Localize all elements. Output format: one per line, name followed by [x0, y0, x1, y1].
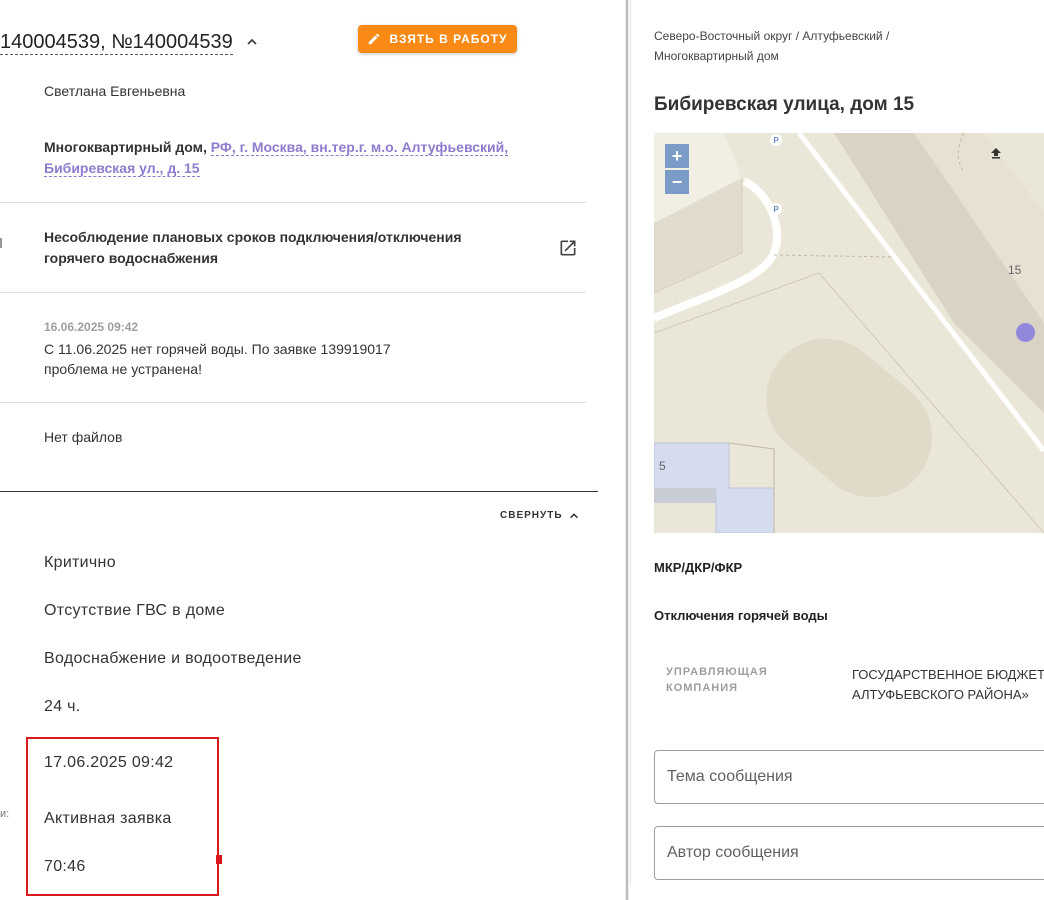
zoom-in-button[interactable]: + [665, 144, 689, 168]
breadcrumb: Северо-Восточный округ / Алтуфьевский / … [654, 26, 934, 66]
collapse-label: СВЕРНУТЬ [500, 510, 563, 521]
program-label: МКР/ДКР/ФКР [654, 560, 743, 575]
chevron-up-icon [569, 512, 578, 518]
author-input[interactable] [655, 827, 1044, 879]
address-title: Бибиревская улица, дом 15 [654, 94, 915, 115]
pencil-icon [369, 33, 380, 45]
house-number-label: 5 [659, 459, 666, 473]
message-text: С 11.06.2025 нет горячей воды. По заявке… [44, 339, 391, 379]
zoom-out-button[interactable]: − [665, 170, 689, 194]
uk-label-line-2: КОМПАНИЯ [666, 682, 739, 694]
divider [0, 202, 586, 203]
author-name: Светлана Евгеньевна [44, 83, 186, 99]
breadcrumb-line-1[interactable]: Северо-Восточный округ / Алтуфьевский / [654, 26, 934, 46]
object-info: Многоквартирный дом, РФ, г. Москва, вн.т… [44, 137, 574, 179]
cut-off-icon [0, 238, 2, 248]
collapse-button[interactable]: СВЕРНУТЬ [500, 510, 579, 521]
uk-value-line-1: ГОСУДАРСТВЕННОЕ БЮДЖЕТ [852, 667, 1044, 682]
map-canvas [654, 133, 1044, 533]
message-line-2: проблема не устранена! [44, 361, 202, 377]
outage-label: Отключения горячей воды [654, 608, 828, 623]
message-line-1: С 11.06.2025 нет горячей воды. По заявке… [44, 341, 391, 357]
author-field[interactable] [654, 826, 1044, 880]
category-value: Отсутствие ГВС в доме [44, 602, 226, 619]
section-divider [0, 491, 598, 492]
parking-icon: P [770, 134, 782, 146]
divider [0, 292, 586, 293]
subject-input[interactable] [655, 751, 1044, 803]
service-value: Водоснабжение и водоотведение [44, 650, 302, 667]
splitter-line [626, 0, 628, 900]
uk-value-line-2: АЛТУФЬЕВСКОГО РАЙОНА» [852, 687, 1029, 702]
take-to-work-button[interactable]: ВЗЯТЬ В РАБОТУ [358, 25, 517, 53]
priority-value: Критично [44, 554, 116, 571]
object-type: Многоквартирный дом, [44, 139, 211, 155]
location-marker[interactable] [1016, 323, 1035, 342]
ticket-detail-panel: 140004539, №140004539 ВЗЯТЬ В РАБОТУ Све… [0, 0, 625, 900]
uk-label-line-1: УПРАВЛЯЮЩАЯ [666, 666, 768, 678]
right-panel-border [630, 0, 631, 886]
map[interactable]: + − P P 15 5 [654, 133, 1044, 533]
subject-field[interactable] [654, 750, 1044, 804]
problem-description: Несоблюдение плановых сроков подключения… [44, 229, 462, 266]
partial-label: и: [0, 808, 10, 820]
ticket-title[interactable]: 140004539, №140004539 [0, 30, 233, 55]
take-to-work-label: ВЗЯТЬ В РАБОТУ [389, 32, 508, 46]
divider [0, 402, 586, 403]
management-company-label: УПРАВЛЯЮЩАЯ КОМПАНИЯ [666, 664, 776, 696]
poi-icon [991, 148, 1001, 159]
message-date: 16.06.2025 09:42 [44, 320, 139, 334]
chevron-up-icon[interactable] [246, 36, 258, 48]
open-in-new-icon[interactable] [558, 238, 578, 258]
files-status: Нет файлов [44, 429, 123, 445]
house-number-label: 15 [1008, 263, 1022, 277]
deadline-value: 24 ч. [44, 698, 81, 715]
highlight-box [26, 737, 219, 896]
parking-icon: P [770, 203, 782, 215]
panel-splitter[interactable] [625, 0, 629, 900]
management-company-value: ГОСУДАРСТВЕННОЕ БЮДЖЕТ АЛТУФЬЕВСКОГО РАЙ… [852, 665, 1044, 705]
highlight-handle[interactable] [216, 855, 222, 864]
breadcrumb-line-2[interactable]: Многоквартирный дом [654, 46, 934, 66]
